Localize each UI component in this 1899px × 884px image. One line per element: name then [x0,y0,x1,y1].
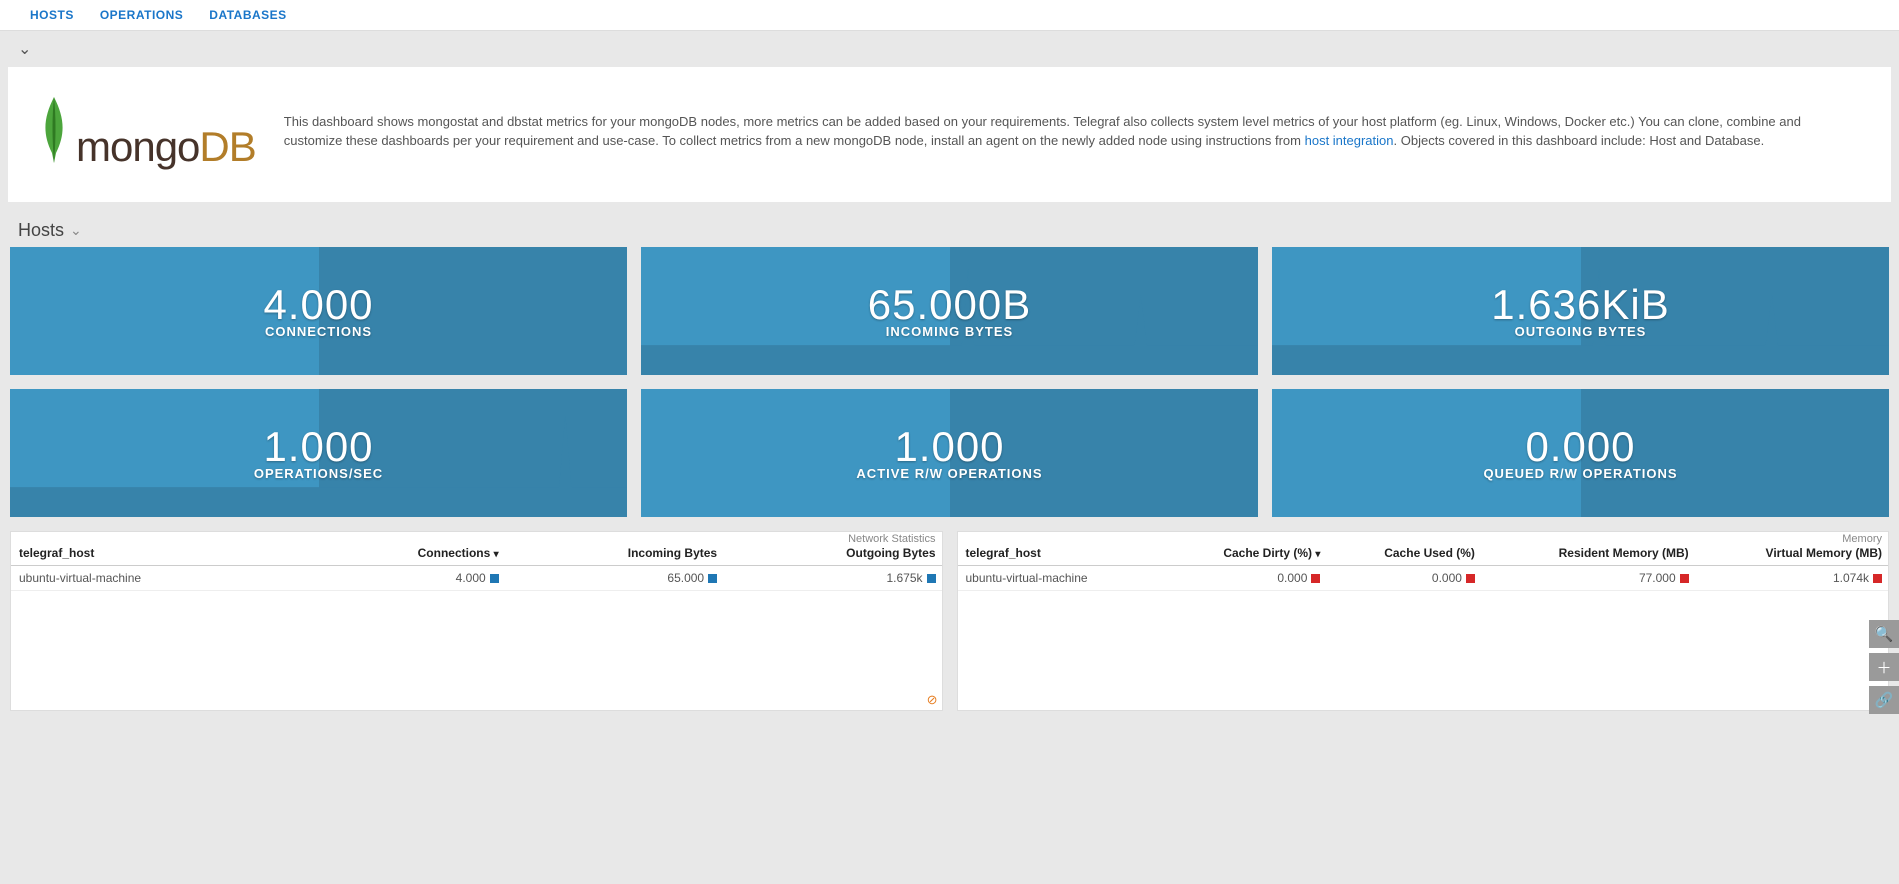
tile-value: 65.000B [868,284,1031,326]
floating-toolbar: 🔍 ＋ 🔗 [1869,620,1899,714]
tile-incoming-bytes[interactable]: 65.000B INCOMING BYTES [641,247,1258,375]
col-connections[interactable]: Connections ▾ [304,532,505,566]
cell-outgoing: 1.675k [723,566,941,591]
chevron-down-icon[interactable]: ⌄ [18,41,31,58]
status-square-icon [927,574,936,583]
status-square-icon [1873,574,1882,583]
cell-host: ubuntu-virtual-machine [11,566,304,591]
caret-down-icon: ▾ [1315,549,1320,560]
col-cache-used[interactable]: Cache Used (%) [1326,532,1481,566]
cell-incoming: 65.000 [505,566,723,591]
tile-outgoing-bytes[interactable]: 1.636KiB OUTGOING BYTES [1272,247,1889,375]
status-square-icon [1680,574,1689,583]
tile-grid: 4.000 CONNECTIONS 65.000B INCOMING BYTES… [8,247,1891,517]
tile-active-rw[interactable]: 1.000 ACTIVE R/W OPERATIONS [641,389,1258,517]
plus-icon: ＋ [1876,657,1891,678]
tile-label: OUTGOING BYTES [1515,324,1647,339]
status-square-icon [1466,574,1475,583]
table-network-statistics: Network Statistics telegraf_host Connect… [10,531,943,711]
tables-row: Network Statistics telegraf_host Connect… [8,531,1891,721]
tab-operations[interactable]: OPERATIONS [100,8,183,22]
col-resident-memory[interactable]: Resident Memory (MB) [1481,532,1695,566]
cell-used: 0.000 [1326,566,1481,591]
status-square-icon [1311,574,1320,583]
mongodb-logo: mongoDB [28,91,256,172]
cell-virtual: 1.074k [1695,566,1888,591]
dashboard-description: This dashboard shows mongostat and dbsta… [284,113,1863,151]
status-square-icon [708,574,717,583]
cell-connections: 4.000 [304,566,505,591]
collapse-row: ⌄ [8,31,1891,67]
status-square-icon [490,574,499,583]
col-cache-dirty[interactable]: Cache Dirty (%) ▾ [1162,532,1326,566]
table-row[interactable]: ubuntu-virtual-machine 0.000 0.000 77.00… [958,566,1889,591]
section-title: Hosts [18,220,64,241]
search-icon: 🔍 [1875,625,1894,643]
tile-connections[interactable]: 4.000 CONNECTIONS [10,247,627,375]
cell-dirty: 0.000 [1162,566,1326,591]
tile-queued-rw[interactable]: 0.000 QUEUED R/W OPERATIONS [1272,389,1889,517]
tab-hosts[interactable]: HOSTS [30,8,74,22]
table-row[interactable]: ubuntu-virtual-machine 4.000 65.000 1.67… [11,566,942,591]
tile-label: ACTIVE R/W OPERATIONS [856,466,1042,481]
warning-icon[interactable]: ⊘ [927,692,938,708]
tile-label: OPERATIONS/SEC [254,466,383,481]
chevron-down-icon: ⌄ [70,222,82,239]
info-card: mongoDB This dashboard shows mongostat a… [8,67,1891,202]
top-tabs: HOSTS OPERATIONS DATABASES [0,0,1899,31]
table-title: Network Statistics [848,533,935,545]
tile-value: 1.000 [263,426,373,468]
tile-operations-sec[interactable]: 1.000 OPERATIONS/SEC [10,389,627,517]
tile-value: 0.000 [1525,426,1635,468]
col-telegraf-host[interactable]: telegraf_host [958,532,1163,566]
tile-value: 4.000 [263,284,373,326]
tile-label: QUEUED R/W OPERATIONS [1483,466,1677,481]
cell-host: ubuntu-virtual-machine [958,566,1163,591]
section-header-hosts[interactable]: Hosts ⌄ [8,208,1891,247]
logo-text: mongoDB [76,123,256,172]
search-button[interactable]: 🔍 [1869,620,1899,648]
tile-value: 1.000 [894,426,1004,468]
link-icon: 🔗 [1875,691,1894,709]
caret-down-icon: ▾ [494,549,499,560]
link-button[interactable]: 🔗 [1869,686,1899,714]
cell-resident: 77.000 [1481,566,1695,591]
tab-databases[interactable]: DATABASES [209,8,286,22]
add-button[interactable]: ＋ [1869,653,1899,681]
tile-label: INCOMING BYTES [886,324,1013,339]
table-memory: Memory telegraf_host Cache Dirty (%) ▾ C… [957,531,1890,711]
host-integration-link[interactable]: host integration [1305,133,1394,148]
col-telegraf-host[interactable]: telegraf_host [11,532,304,566]
leaf-icon [38,95,70,165]
table-title: Memory [1842,533,1882,545]
tile-label: CONNECTIONS [265,324,372,339]
tile-value: 1.636KiB [1491,284,1669,326]
col-incoming-bytes[interactable]: Incoming Bytes [505,532,723,566]
